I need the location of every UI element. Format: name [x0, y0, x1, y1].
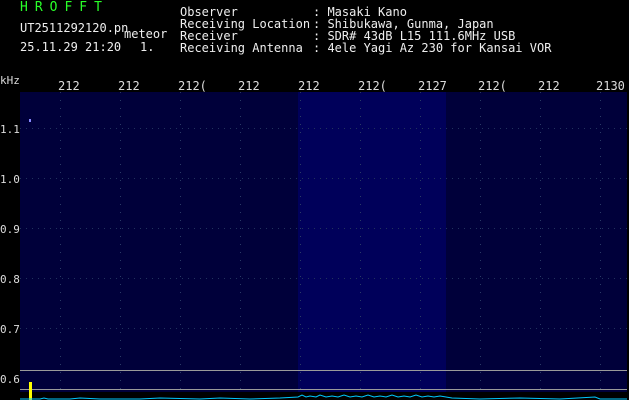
grid-line	[20, 278, 627, 279]
y-tick-label: 0.8	[0, 273, 20, 286]
reference-line	[20, 370, 627, 371]
grid-line	[20, 128, 627, 129]
grid-line	[360, 92, 361, 392]
x-tick-label: 212	[298, 79, 320, 93]
spectrum-trace	[20, 382, 627, 400]
x-tick-label: 212(	[478, 79, 507, 93]
grid-line	[420, 92, 421, 392]
count-label: 1.	[140, 40, 155, 54]
x-tick-label: 2130	[596, 79, 625, 93]
grid-line	[600, 92, 601, 392]
x-tick-label: 212	[118, 79, 140, 93]
x-tick-label: 212	[538, 79, 560, 93]
y-tick-label: 1.1	[0, 123, 20, 136]
x-tick-label: 212(	[358, 79, 387, 93]
y-tick-label: 0.9	[0, 223, 20, 236]
y-axis-unit: kHz	[0, 74, 20, 87]
antenna-label: Receiving Antenna	[180, 41, 303, 55]
grid-line	[300, 92, 301, 392]
grid-line	[240, 92, 241, 392]
grid-line	[120, 92, 121, 392]
grid-line	[60, 92, 61, 392]
carrier-marker	[29, 382, 32, 400]
date-time: 25.11.29 21:20	[20, 40, 122, 54]
y-tick-label: 1.0	[0, 173, 20, 186]
waterfall-display	[20, 92, 627, 392]
grid-line	[20, 178, 627, 179]
file-name: UT2511292120.pn	[20, 21, 129, 35]
grid-line	[20, 228, 627, 229]
grid-line	[20, 328, 627, 329]
antenna-value: : 4ele Yagi Az 230 for Kansai VOR	[313, 41, 552, 55]
y-tick-label: 0.7	[0, 323, 20, 336]
grid-line	[180, 92, 181, 392]
grid-line	[480, 92, 481, 392]
app-title: HROFFT	[20, 0, 109, 15]
meteor-echo	[29, 119, 31, 122]
x-tick-label: 212(	[178, 79, 207, 93]
x-tick-label: 2127	[418, 79, 447, 93]
x-tick-label: 212	[58, 79, 80, 93]
y-tick-label: 0.6	[0, 373, 20, 386]
grid-line	[540, 92, 541, 392]
mode-label: meteor	[124, 27, 168, 41]
x-tick-label: 212	[238, 79, 260, 93]
signal-band	[298, 92, 446, 392]
spectrum-line	[20, 394, 627, 400]
